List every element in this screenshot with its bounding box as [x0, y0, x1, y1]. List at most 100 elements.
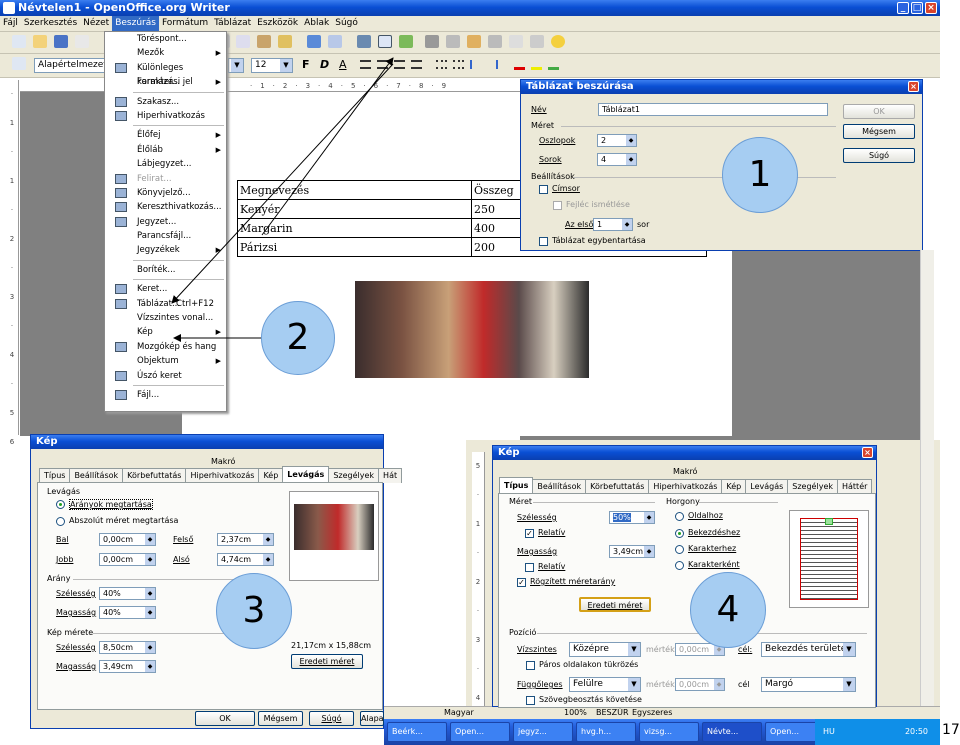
anchor-as-char-radio[interactable]	[675, 561, 684, 570]
tray-lang[interactable]: HU	[823, 719, 835, 745]
to-select[interactable]: Bekezdés területe ▼	[761, 642, 856, 657]
spin-icon[interactable]: ◆	[145, 607, 155, 618]
dialog-tab[interactable]: Körbefuttatás	[585, 479, 650, 494]
dialog-tab[interactable]: Körbefuttatás	[122, 468, 187, 483]
spin-icon[interactable]: ◆	[714, 679, 724, 690]
right-value: 0,00cm	[103, 555, 134, 564]
spin-icon[interactable]: ◆	[644, 546, 654, 557]
spin-icon[interactable]: ◆	[145, 554, 155, 565]
relative-height-label: Relatív	[538, 562, 566, 571]
spin-icon[interactable]: ◆	[263, 534, 273, 545]
dialog-tab[interactable]: Kép	[258, 468, 284, 483]
scale-width-value: 40%	[103, 589, 121, 598]
reset-button[interactable]: Alapa	[360, 711, 384, 726]
keep-ratio-label: Rögzített méretarány	[530, 577, 616, 586]
keep-scale-radio[interactable]	[56, 500, 65, 509]
dialog-tab[interactable]: Típus	[499, 477, 534, 494]
size-group-label: Méret	[509, 497, 532, 506]
dialog-title-bar: Kép ×	[493, 446, 876, 460]
spin-icon[interactable]: ◆	[145, 588, 155, 599]
original-size-button[interactable]: Eredeti méret	[291, 654, 363, 669]
vertical-select[interactable]: Felülre ▼	[569, 677, 641, 692]
spin-icon[interactable]: ◆	[145, 534, 155, 545]
size-width-value: 8,50cm	[103, 643, 134, 652]
chevron-down-icon: ▼	[843, 643, 855, 656]
spin-icon[interactable]: ◆	[145, 642, 155, 653]
right-input[interactable]: 0,00cm ◆	[99, 553, 156, 566]
dialog-tab[interactable]: Levágás	[745, 479, 789, 494]
dialog-tab[interactable]: Hát	[378, 468, 403, 483]
bottom-input[interactable]: 4,74cm ◆	[217, 553, 274, 566]
dialog-title-bar: Kép	[31, 435, 383, 449]
original-size-button[interactable]: Eredeti méret	[579, 597, 651, 612]
left-input[interactable]: 0,00cm ◆	[99, 533, 156, 546]
help-button[interactable]: Súgó	[309, 711, 354, 726]
taskbar-button[interactable]: Beérk...	[387, 722, 447, 742]
height-input[interactable]: 3,49cm ◆	[609, 545, 655, 558]
dialog-tab[interactable]: Hiperhivatkozás	[185, 468, 260, 483]
by-value: 0,00cm	[679, 645, 710, 654]
crop-image-dialog: Kép Makró Típus Beállítások Körbefuttatás H…	[30, 434, 403, 729]
cancel-button[interactable]: Mégsem	[258, 711, 303, 726]
dialog-tab[interactable]: Beállítások	[532, 479, 587, 494]
mirror-checkbox[interactable]	[526, 661, 535, 670]
anchor-paragraph-radio[interactable]	[675, 529, 684, 538]
dialog-tab[interactable]: Háttér	[837, 479, 873, 494]
callout-3: 3	[216, 573, 292, 649]
scale-width-input[interactable]: 40% ◆	[99, 587, 156, 600]
anchor-character-radio[interactable]	[675, 545, 684, 554]
callout-3-text: 3	[242, 590, 266, 631]
dialog-tab[interactable]: Típus	[39, 468, 71, 483]
arrow-to-table-toolbar	[261, 57, 394, 236]
help-label: Súgó	[321, 714, 342, 723]
top-value: 2,37cm	[221, 535, 252, 544]
size-width-input[interactable]: 8,50cm ◆	[99, 641, 156, 654]
anchor-character-label: Karakterhez	[688, 544, 737, 553]
taskbar-button[interactable]: Névte...	[702, 722, 762, 742]
dialog-tab[interactable]: Szegélyek	[328, 468, 380, 483]
macro-group-label: Makró	[211, 457, 236, 466]
mirror-label: Páros oldalakon tükrözés	[539, 660, 639, 669]
keep-ratio-checkbox[interactable]: ✓	[517, 578, 526, 587]
height-value: 3,49cm	[613, 547, 644, 556]
dialog-tab[interactable]: Beállítások	[69, 468, 124, 483]
scale-width-label: Szélesség	[56, 589, 96, 598]
spin-icon[interactable]: ◆	[263, 554, 273, 565]
keep-size-label: Abszolút méret megtartása	[69, 516, 179, 525]
horizontal-label: Vízszintes	[517, 645, 557, 654]
ok-button[interactable]: OK	[195, 711, 255, 726]
relative-height-checkbox[interactable]	[525, 563, 534, 572]
dialog-tab[interactable]: Hiperhivatkozás	[648, 479, 723, 494]
keep-size-radio[interactable]	[56, 517, 65, 526]
horizontal-select[interactable]: Középre ▼	[569, 642, 641, 657]
relative-width-label: Relatív	[538, 528, 566, 537]
position-preview	[789, 510, 869, 608]
vertical-scrollbar[interactable]	[920, 250, 934, 706]
by2-input[interactable]: 0,00cm ◆	[675, 678, 725, 691]
by2-label: mérték	[646, 680, 675, 689]
relative-width-checkbox[interactable]: ✓	[525, 529, 534, 538]
taskbar-button[interactable]: Open...	[450, 722, 510, 742]
to2-label: cél	[738, 680, 750, 689]
width-input[interactable]: 50% ◆	[609, 511, 655, 524]
follow-text-checkbox[interactable]	[526, 696, 535, 705]
taskbar-button[interactable]: vizsg...	[639, 722, 699, 742]
spin-icon[interactable]: ◆	[644, 512, 654, 523]
scale-height-input[interactable]: 40% ◆	[99, 606, 156, 619]
anchor-page-radio[interactable]	[675, 512, 684, 521]
top-input[interactable]: 2,37cm ◆	[217, 533, 274, 546]
to2-select[interactable]: Margó ▼	[761, 677, 856, 692]
type-tabs: Típus Beállítások Körbefuttatás Hiperhivatk…	[499, 477, 873, 494]
scale-height-label: Magasság	[56, 608, 97, 617]
crop-group-label: Levágás	[47, 487, 81, 496]
size-height-input[interactable]: 3,49cm ◆	[99, 660, 156, 673]
size-width-label: Szélesség	[56, 643, 96, 652]
spin-icon[interactable]: ◆	[145, 661, 155, 672]
dialog-tab[interactable]: Kép	[721, 479, 747, 494]
dialog-tab[interactable]: Szegélyek	[787, 479, 838, 494]
taskbar-button[interactable]: jegyz...	[513, 722, 573, 742]
close-icon[interactable]: ×	[862, 447, 873, 458]
tray-clock: 20:50	[904, 727, 928, 736]
dialog-tab[interactable]: Levágás	[282, 466, 330, 483]
taskbar-button[interactable]: hvg.h...	[576, 722, 636, 742]
